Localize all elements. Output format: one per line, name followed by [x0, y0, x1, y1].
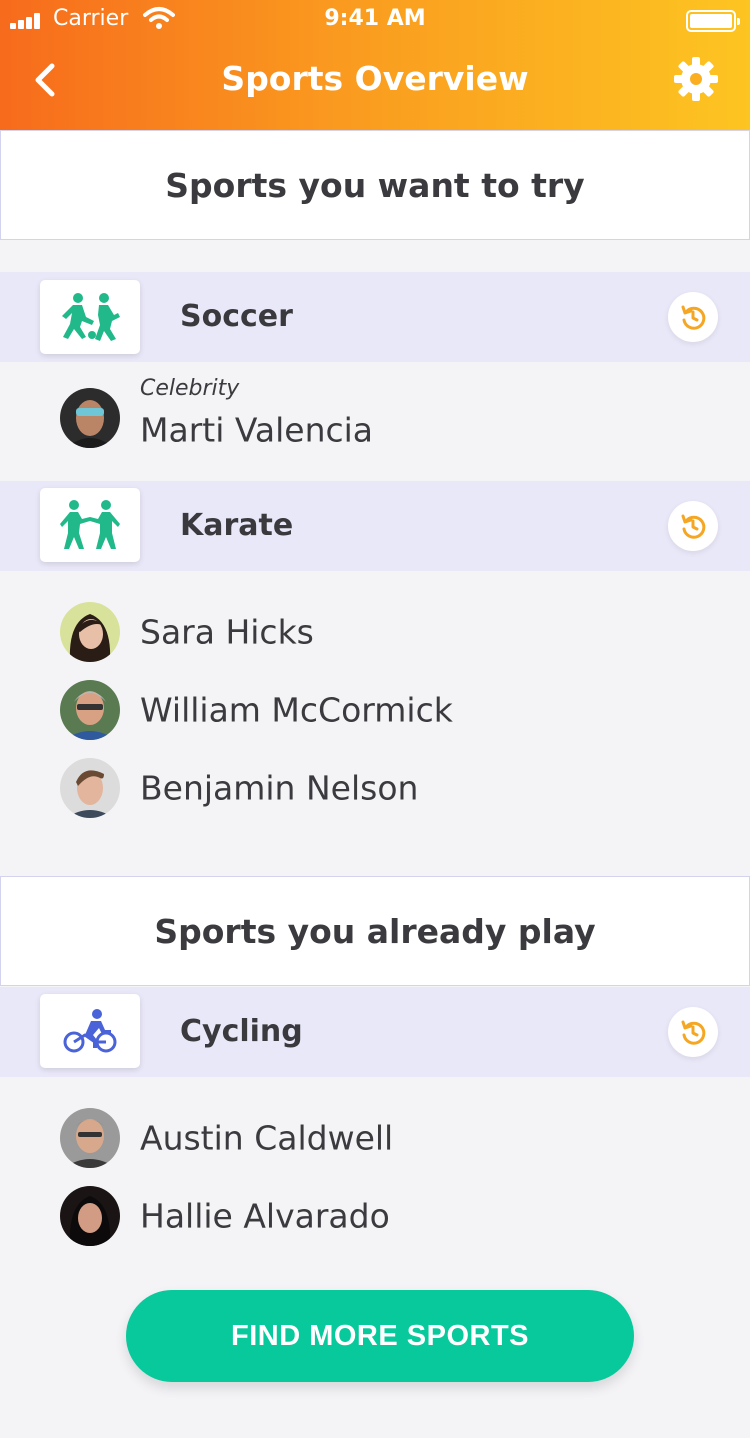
undo-icon	[681, 1020, 706, 1045]
avatar	[60, 1108, 120, 1168]
avatar	[60, 758, 120, 818]
celebrity-tag: Celebrity	[140, 376, 240, 401]
person-name: Marti Valencia	[140, 410, 374, 450]
karate-fighters-icon	[40, 488, 140, 562]
sport-name: Soccer	[180, 299, 293, 334]
find-more-sports-button[interactable]: FIND MORE SPORTS	[126, 1290, 634, 1382]
soccer-players-icon	[40, 280, 140, 354]
undo-icon	[681, 305, 706, 330]
reset-button[interactable]	[668, 292, 718, 342]
section-header-want: Sports you want to try	[0, 130, 750, 240]
sport-name: Karate	[180, 508, 294, 543]
section-title: Sports you want to try	[165, 165, 585, 205]
avatar	[60, 388, 120, 448]
section-title: Sports you already play	[154, 911, 596, 951]
sport-row-cycling[interactable]: Cycling	[0, 987, 750, 1077]
avatar	[60, 1186, 120, 1246]
undo-icon	[681, 514, 706, 539]
clock: 9:41 AM	[324, 6, 426, 31]
person-name: Hallie Alvarado	[140, 1196, 390, 1236]
sport-row-soccer[interactable]: Soccer	[0, 272, 750, 362]
reset-button[interactable]	[668, 1007, 718, 1057]
person-name: Benjamin Nelson	[140, 768, 419, 808]
status-bar: Carrier 9:41 AM	[0, 0, 750, 40]
avatar	[60, 602, 120, 662]
person-name: Sara Hicks	[140, 612, 314, 652]
section-header-play: Sports you already play	[0, 876, 750, 986]
page-title: Sports Overview	[221, 59, 529, 98]
cyclist-icon	[40, 994, 140, 1068]
battery-icon	[686, 10, 740, 32]
avatar	[60, 680, 120, 740]
person-name: William McCormick	[140, 690, 453, 730]
gear-icon[interactable]	[672, 55, 720, 103]
sport-row-karate[interactable]: Karate	[0, 481, 750, 571]
reset-button[interactable]	[668, 501, 718, 551]
app-header: Carrier 9:41 AM Sports Overview	[0, 0, 750, 130]
person-name: Austin Caldwell	[140, 1118, 394, 1158]
sport-name: Cycling	[180, 1014, 303, 1049]
